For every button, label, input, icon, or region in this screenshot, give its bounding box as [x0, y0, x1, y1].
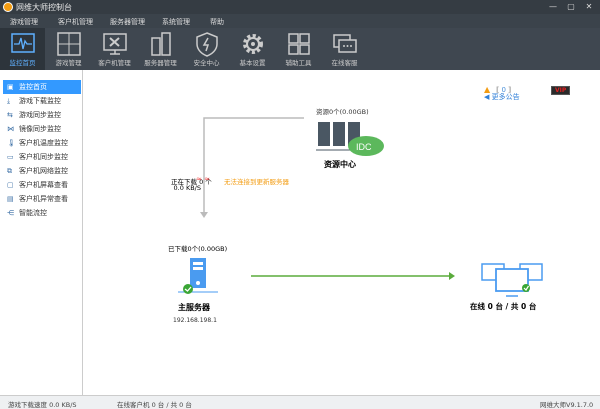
alert-screen-icon: ▤	[7, 195, 14, 203]
sidebar-item-client-temp[interactable]: 🌡 客户机温度监控	[3, 136, 81, 150]
connection-error: 无法连接到更新服务器	[224, 178, 289, 186]
menu-server[interactable]: 服务器管理	[110, 17, 145, 27]
monitor-pulse-icon	[10, 33, 35, 53]
shield-icon	[195, 32, 218, 57]
tool-security[interactable]: 安全中心	[184, 28, 229, 70]
sidebar-item-game-sync[interactable]: ⇆ 游戏同步监控	[3, 108, 81, 122]
menu-bar: 游戏管理 客户机管理 服务器管理 系统管理 帮助	[0, 14, 600, 28]
tool-server[interactable]: 服务器管理	[138, 28, 183, 70]
main-server-icon	[178, 258, 218, 294]
sidebar-item-mirror-sync[interactable]: ⋈ 镜像同步监控	[3, 122, 81, 136]
sidebar: ▣ 监控首页 ⤓ 游戏下载监控 ⇆ 游戏同步监控 ⋈ 镜像同步监控 🌡 客户机温度监控 ▭…	[0, 70, 83, 395]
menu-system[interactable]: 系统管理	[162, 17, 190, 27]
monitor-panel: ◀ 更多公告 资源0个(0.00GB) IDC 资源中心 正在下载 0 个 0.…	[84, 70, 600, 395]
download-icon: ⤓	[7, 97, 11, 105]
close-button[interactable]: ✕	[581, 1, 597, 13]
resource-center-label: 资源中心	[324, 160, 356, 169]
svg-text:IDC: IDC	[356, 142, 372, 152]
gear-icon	[242, 34, 263, 54]
tool-monitor-home[interactable]: 监控首页	[0, 28, 45, 70]
online-clients-label: 在线 0 台 / 共 0 台	[470, 302, 537, 311]
tool-support[interactable]: 在线客服	[322, 28, 367, 70]
sidebar-item-client-screen[interactable]: ▢ 客户机屏幕查看	[3, 178, 81, 192]
flow-icon: ⋲	[7, 209, 14, 217]
monitor-icon: ▭	[7, 153, 14, 161]
chat-icon	[332, 34, 357, 53]
sidebar-item-game-download[interactable]: ⤓ 游戏下载监控	[3, 94, 81, 108]
status-clients: 在线客户机 0 台 / 共 0 台	[117, 401, 192, 409]
idc-server-icon: IDC	[316, 122, 384, 156]
server-icon	[150, 32, 171, 56]
sidebar-item-client-network[interactable]: ⧉ 客户机网络监控	[3, 164, 81, 178]
menu-game[interactable]: 游戏管理	[10, 17, 38, 27]
client-monitor-tools-icon	[102, 33, 127, 55]
status-version: 网维大师V9.1.7.0	[540, 401, 594, 409]
server-ip: 192.168.198.1	[173, 317, 217, 324]
resource-count: 资源0个(0.00GB)	[316, 108, 369, 116]
tool-settings[interactable]: 基本设置	[230, 28, 275, 70]
game-grid-icon	[56, 32, 81, 56]
title-bar: 网维大师控制台 — ▢ ✕	[0, 0, 600, 14]
sync-icon: ⇆	[7, 111, 13, 119]
tiles-icon	[287, 33, 310, 55]
home-icon: ▣	[7, 83, 14, 91]
main-server-label: 主服务器	[178, 303, 210, 312]
sidebar-item-flow-control[interactable]: ⋲ 智能流控	[3, 206, 81, 220]
mirror-icon: ⋈	[7, 125, 14, 133]
maximize-button[interactable]: ▢	[563, 1, 579, 13]
sidebar-item-client-sync[interactable]: ▭ 客户机同步监控	[3, 150, 81, 164]
topology-lines	[200, 117, 455, 280]
window-title: 网维大师控制台	[16, 3, 72, 12]
right-arrow-icon	[449, 272, 455, 280]
download-speed: 0.0 KB/S	[173, 184, 201, 192]
network-icon: ⧉	[7, 167, 12, 175]
toolbar: 监控首页 游戏管理 客户机管理 服务器管理 安全中心 基本设置 辅助工具 在线客…	[0, 28, 600, 95]
broken-link-icon: ≈ ≈	[196, 175, 210, 183]
tool-utilities[interactable]: 辅助工具	[276, 28, 321, 70]
update-link-line	[203, 117, 304, 214]
downloaded-count: 已下载0个(0.00GB)	[168, 245, 228, 253]
tool-game[interactable]: 游戏管理	[46, 28, 91, 70]
menu-client[interactable]: 客户机管理	[58, 17, 93, 27]
menu-help[interactable]: 帮助	[210, 17, 224, 27]
client-computers-icon	[481, 263, 543, 297]
tool-client[interactable]: 客户机管理	[92, 28, 137, 70]
status-bar: 游戏下载速度 0.0 KB/S 在线客户机 0 台 / 共 0 台 网维大师V9…	[0, 395, 600, 409]
down-arrow-icon	[200, 212, 208, 218]
sidebar-item-client-error[interactable]: ▤ 客户机异常查看	[3, 192, 81, 206]
app-logo-icon	[3, 2, 13, 12]
screen-icon: ▢	[7, 181, 14, 189]
sidebar-item-home[interactable]: ▣ 监控首页	[3, 80, 81, 94]
status-download-speed: 游戏下载速度 0.0 KB/S	[8, 401, 77, 409]
minimize-button[interactable]: —	[545, 1, 561, 13]
thermometer-icon: 🌡	[7, 139, 16, 147]
